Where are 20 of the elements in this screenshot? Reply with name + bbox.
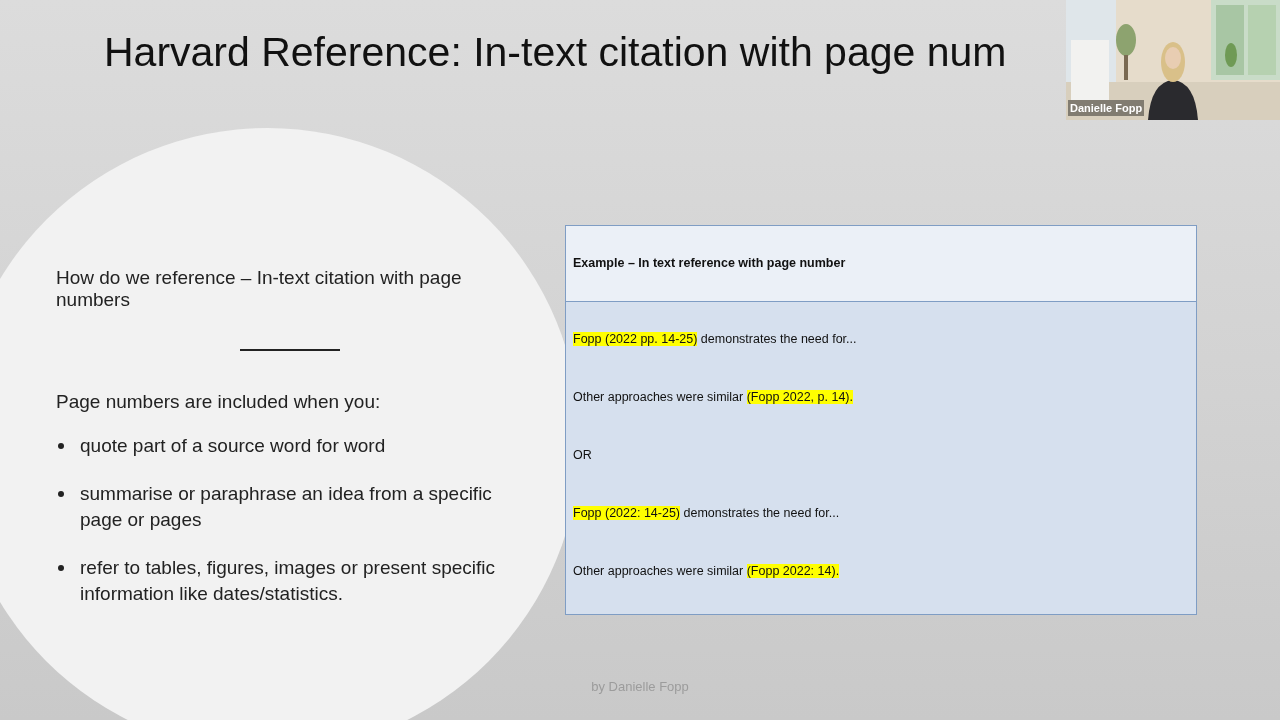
bullet-icon: [58, 491, 64, 497]
bullet-text: quote part of a source word for word: [80, 434, 386, 458]
highlighted-citation: Fopp (2022 pp. 14-25): [573, 332, 698, 346]
bullet-text: summarise or paraphrase an idea from a specific page or pages: [80, 482, 493, 532]
lead-text: Page numbers are included when you:: [56, 390, 382, 414]
sentence-text: Other approaches were similar: [573, 390, 745, 404]
bullet-icon: [58, 443, 64, 449]
intro-text: How do we reference – In-text citation with page numbers: [56, 267, 463, 311]
bullet-text: refer to tables, figures, images or present specific information like dates/statistics.: [80, 556, 497, 606]
sentence-text: Other approaches were similar: [573, 564, 745, 578]
highlighted-citation: (Fopp 2022, p. 14).: [746, 390, 853, 404]
slide-title: Harvard Reference: In-text citation with page num: [104, 28, 1007, 77]
header-text: Example – In text reference with page number: [573, 255, 846, 273]
participant-name: Danielle Fopp: [1068, 99, 1145, 116]
sentence-text: demonstrates the need for...: [699, 332, 857, 346]
bullet-icon: [58, 565, 64, 571]
highlighted-citation: (Fopp 2022: 14).: [746, 564, 840, 578]
sentence-text: demonstrates the need for...: [682, 506, 840, 520]
highlighted-citation: Fopp (2022: 14-25): [573, 506, 680, 520]
sentence-text: OR: [573, 448, 592, 462]
